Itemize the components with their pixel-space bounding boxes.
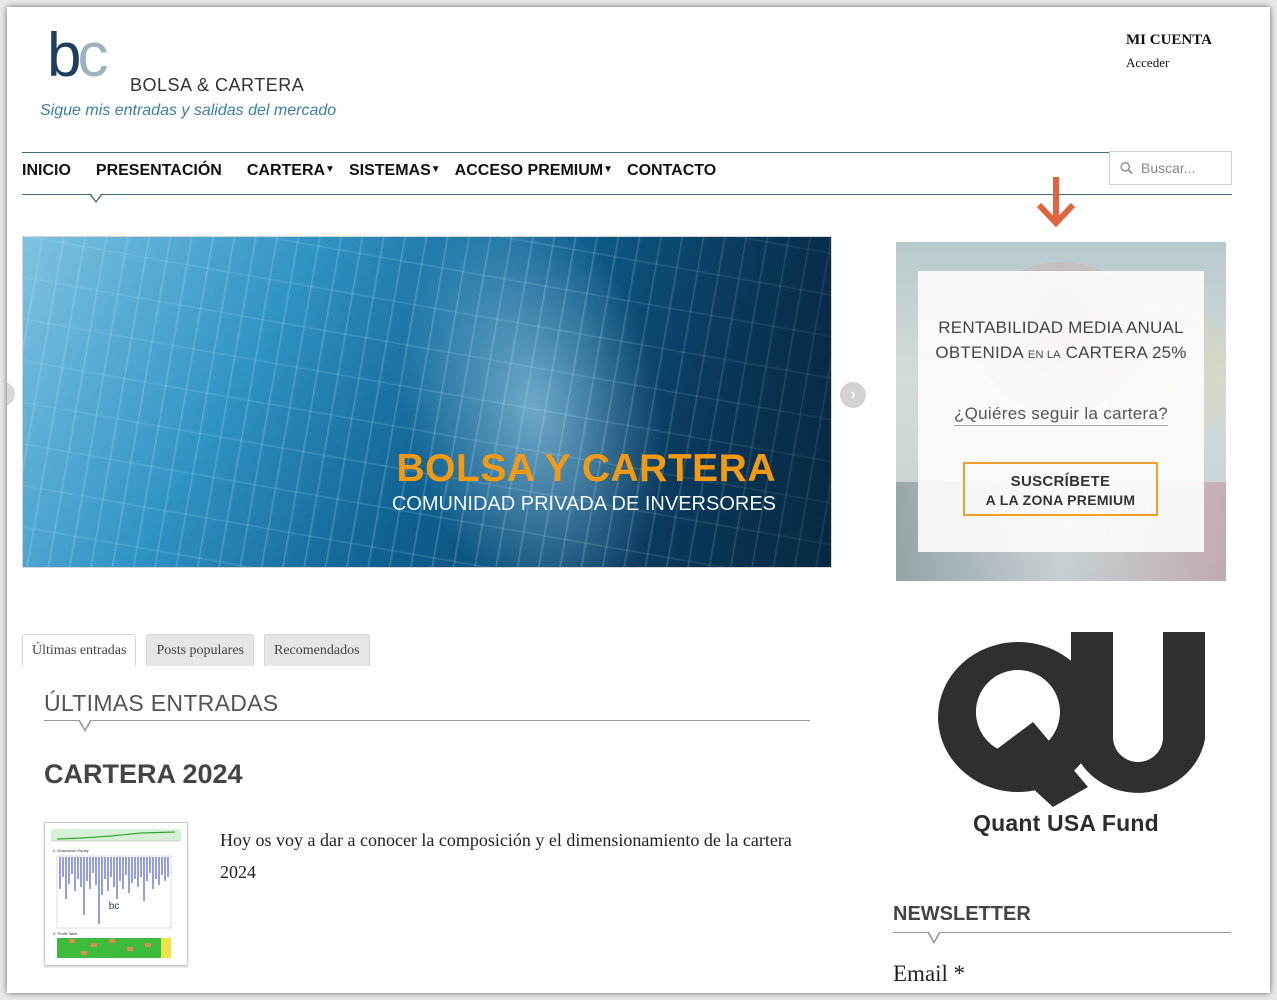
ad-question: ¿Quiéres seguir la cartera? xyxy=(953,404,1169,426)
svg-text:2. Drawdown Equity: 2. Drawdown Equity xyxy=(53,848,89,853)
logo-text[interactable]: BOLSA & CARTERA xyxy=(130,75,304,96)
account-title: MI CUENTA xyxy=(1126,32,1212,48)
newsletter-title: NEWSLETTER xyxy=(893,903,1031,925)
nav-border-top xyxy=(22,152,1232,153)
email-field-label: Email * xyxy=(893,961,966,986)
ad-card: RENTABILIDAD MEDIA ANUAL OBTENIDA EN LA … xyxy=(918,271,1204,552)
search-icon xyxy=(1120,161,1133,175)
tab-posts-populares[interactable]: Posts populares xyxy=(146,634,254,666)
nav-item-inicio[interactable]: INICIO xyxy=(22,162,71,180)
nav-item-cartera[interactable]: CARTERA▼ xyxy=(247,162,335,180)
post-thumbnail[interactable]: 2. Drawdown Equity bc 3. Profit Table xyxy=(44,822,188,966)
slide-subtitle: COMUNIDAD PRIVADA DE INVERSORES xyxy=(391,493,776,515)
chevron-right-icon: › xyxy=(850,386,856,403)
slider-prev-button[interactable] xyxy=(7,382,15,406)
dropdown-caret-icon: ▼ xyxy=(603,164,614,175)
portfolio-chart-thumbnail-icon: 2. Drawdown Equity bc 3. Profit Table xyxy=(51,829,181,958)
dropdown-caret-icon: ▼ xyxy=(430,164,441,175)
post-excerpt: Hoy os voy a dar a conocer la composició… xyxy=(220,830,792,882)
subscribe-button[interactable]: SUSCRÍBETE A LA ZONA PREMIUM xyxy=(963,462,1158,516)
site-tagline: Sigue mis entradas y salidas del mercado xyxy=(40,102,337,119)
page: bc BOLSA & CARTERA Sigue mis entradas y … xyxy=(7,7,1270,993)
hero-slider[interactable]: BOLSA Y CARTERA COMUNIDAD PRIVADA DE INV… xyxy=(22,236,832,568)
tab-ultimas-entradas[interactable]: Últimas entradas xyxy=(22,634,137,666)
svg-text:bc: bc xyxy=(109,901,120,912)
search-input[interactable] xyxy=(1141,160,1231,176)
arrow-down-icon xyxy=(1036,177,1076,228)
post-tabs: Últimas entradas Posts populares Recomen… xyxy=(22,634,380,666)
tab-recomendados[interactable]: Recomendados xyxy=(263,634,370,666)
login-link[interactable]: Acceder xyxy=(1126,55,1212,71)
section-title: ÚLTIMAS ENTRADAS xyxy=(44,690,279,716)
fund-name: Quant USA Fund xyxy=(973,810,1159,836)
quant-usa-fund-logo[interactable] xyxy=(913,627,1213,807)
nav-item-acceso-premium[interactable]: ACCESO PREMIUM▼ xyxy=(455,162,613,180)
logo-mark[interactable]: bc xyxy=(47,25,108,87)
account-widget: MI CUENTA Acceder xyxy=(1126,32,1212,71)
ad-headline: RENTABILIDAD MEDIA ANUAL OBTENIDA EN LA … xyxy=(935,318,1187,362)
newsletter-divider xyxy=(893,932,1231,933)
slide-title: BOLSA Y CARTERA xyxy=(396,447,776,490)
nav-item-sistemas[interactable]: SISTEMAS▼ xyxy=(349,162,441,180)
slider-next-button[interactable]: › xyxy=(840,382,866,408)
nav-item-presentacion[interactable]: PRESENTACIÓN xyxy=(96,162,222,180)
svg-text:3. Profit Table: 3. Profit Table xyxy=(53,931,78,936)
main-nav: INICIO PRESENTACIÓN CARTERA▼ SISTEMAS▼ A… xyxy=(22,162,741,180)
search-box[interactable] xyxy=(1109,151,1232,185)
dropdown-caret-icon: ▼ xyxy=(325,164,335,175)
section-divider xyxy=(44,720,810,721)
nav-item-contacto[interactable]: CONTACTO xyxy=(627,162,716,180)
post-title[interactable]: CARTERA 2024 xyxy=(44,759,243,790)
premium-ad-banner[interactable]: RENTABILIDAD MEDIA ANUAL OBTENIDA EN LA … xyxy=(896,242,1226,581)
